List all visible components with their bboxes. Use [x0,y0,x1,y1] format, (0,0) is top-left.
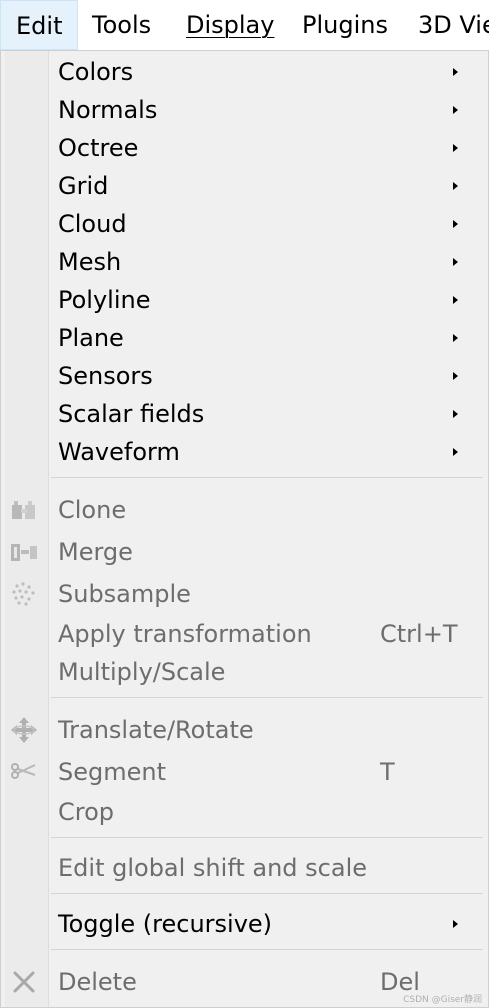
menu-item-plane[interactable]: Plane [1,319,488,357]
menu-item-label: Normals [58,96,158,124]
submenu-arrow-icon [453,410,458,418]
menu-item-label: Multiply/Scale [58,658,226,686]
menu-item-edit-global-shift[interactable]: Edit global shift and scale [1,849,488,887]
menu-item-label: Plane [58,324,124,352]
menu-item-label: Cloud [58,210,127,238]
menu-item-sensors[interactable]: Sensors [1,357,488,395]
menu-item-label: Scalar fields [58,400,205,428]
submenu-arrow-icon [453,448,458,456]
menu-item-apply-transformation[interactable]: Apply transformation Ctrl+T [1,615,488,653]
menu-item-label: Sensors [58,362,153,390]
menu-item-label: Waveform [58,438,180,466]
menu-item-waveform[interactable]: Waveform [1,433,488,471]
submenu-arrow-icon [453,920,458,928]
menu-item-label: Merge [58,538,133,566]
menu-separator [51,697,483,698]
menu-item-label: Polyline [58,286,151,314]
submenu-arrow-icon [453,334,458,342]
menu-item-label: Subsample [58,580,191,608]
submenu-arrow-icon [453,68,458,76]
merge-icon [11,544,37,561]
submenu-arrow-icon [453,296,458,304]
menu-item-translate-rotate[interactable]: Translate/Rotate [1,711,488,749]
menu-item-polyline[interactable]: Polyline [1,281,488,319]
scissors-icon [11,763,36,779]
menu-plugins[interactable]: Plugins [302,0,388,50]
menu-item-label: Colors [58,58,134,86]
subsample-icon [12,582,35,606]
menu-item-scalar-fields[interactable]: Scalar fields [1,395,488,433]
menu-item-multiply-scale[interactable]: Multiply/Scale [1,653,488,691]
app-window: Edit Tools Display Plugins 3D Vie Colors… [0,0,489,1008]
watermark: CSDN @Giser静润 [403,995,482,1005]
menu-item-segment[interactable]: Segment T [1,753,488,791]
menu-separator [51,477,483,478]
menu-item-label: Edit global shift and scale [58,854,367,882]
menu-item-label: Clone [58,496,127,524]
close-icon [13,971,35,993]
submenu-arrow-icon [453,258,458,266]
submenu-arrow-icon [453,220,458,228]
menu-item-colors[interactable]: Colors [1,53,488,91]
menu-separator [51,837,483,838]
menu-item-label: Toggle (recursive) [58,910,273,938]
menu-item-merge[interactable]: Merge [1,533,488,571]
menu-edit[interactable]: Edit [0,0,79,50]
menu-tools[interactable]: Tools [92,0,151,50]
menu-item-label: Segment [58,758,166,786]
shortcut-label: Ctrl+T [380,620,458,648]
shortcut-label: T [380,758,395,786]
menu-separator [51,893,483,894]
menu-item-grid[interactable]: Grid [1,167,488,205]
edit-dropdown-menu: Colors Normals Octree Grid Cloud Mesh Po… [0,50,489,1008]
menu-item-mesh[interactable]: Mesh [1,243,488,281]
menu-3d-views[interactable]: 3D Vie [418,0,489,50]
menu-item-octree[interactable]: Octree [1,129,488,167]
menu-item-label: Octree [58,134,139,162]
submenu-arrow-icon [453,144,458,152]
menu-item-label: Grid [58,172,109,200]
menu-item-clone[interactable]: Clone [1,491,488,529]
submenu-arrow-icon [453,182,458,190]
submenu-arrow-icon [453,372,458,380]
menu-item-crop[interactable]: Crop [1,793,488,831]
menu-display[interactable]: Display [186,0,274,50]
menu-item-subsample[interactable]: Subsample [1,575,488,613]
submenu-arrow-icon [453,106,458,114]
menu-item-normals[interactable]: Normals [1,91,488,129]
menu-item-label: Delete [58,968,137,996]
menu-item-cloud[interactable]: Cloud [1,205,488,243]
menu-item-label: Translate/Rotate [58,716,254,744]
menu-item-label: Apply transformation [58,620,312,648]
menu-item-label: Crop [58,798,115,826]
menu-item-label: Mesh [58,248,122,276]
menu-separator [51,949,483,950]
menubar: Edit Tools Display Plugins 3D Vie [0,0,489,51]
move-icon [11,717,37,743]
clone-icon [12,501,35,519]
menu-item-toggle-recursive[interactable]: Toggle (recursive) [1,905,488,943]
